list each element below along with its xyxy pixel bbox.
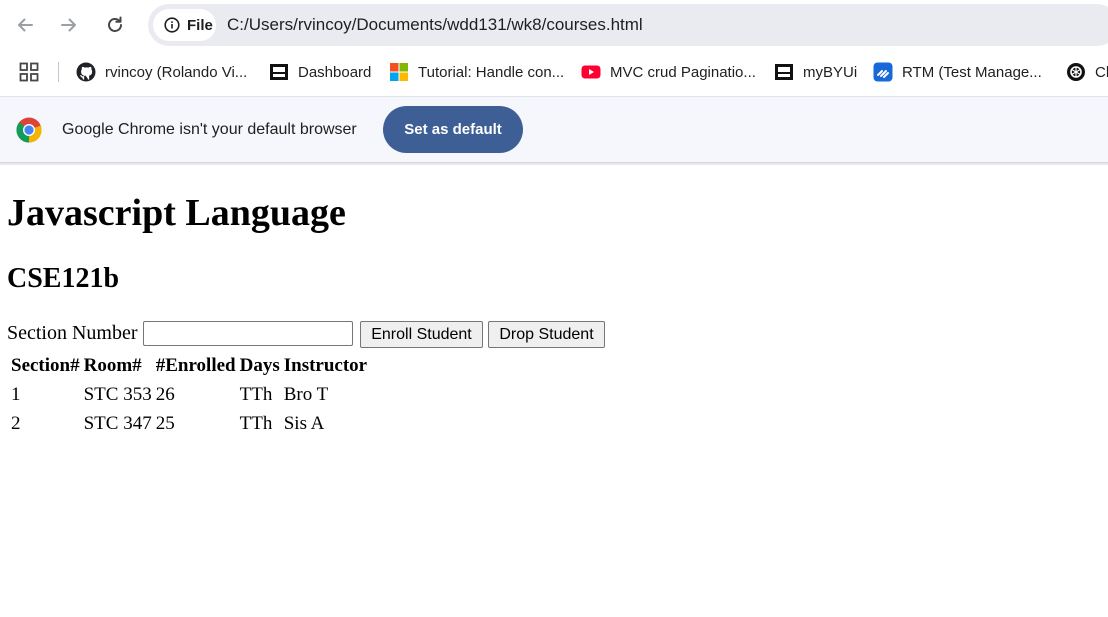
address-bar[interactable]: File C:/Users/rvincoy/Documents/wdd131/w… [148, 4, 1108, 46]
page-title: Javascript Language [7, 192, 346, 234]
column-header: Room# [83, 354, 142, 376]
bookmark-label: Ch [1095, 63, 1108, 81]
table-cell: 2 [11, 412, 21, 434]
bookmark-mybyui[interactable]: myBYUi [774, 60, 857, 84]
bookmark-label: MVC crud Paginatio... [610, 63, 756, 81]
bookmark-label: Dashboard [298, 63, 372, 81]
table-cell: 26 [155, 383, 175, 405]
column-header: Section# [11, 354, 80, 376]
enroll-student-button[interactable]: Enroll Student [360, 321, 483, 348]
table-row: 1 STC 353 26 TTh Bro T [10, 381, 368, 408]
info-icon [164, 17, 180, 33]
reload-button[interactable] [100, 10, 130, 40]
bookmark-github[interactable]: rvincoy (Rolando Vi... [76, 60, 247, 84]
url-text[interactable]: C:/Users/rvincoy/Documents/wdd131/wk8/co… [227, 15, 643, 35]
table-cell: Sis A [283, 412, 325, 434]
bookmark-label: RTM (Test Manage... [902, 63, 1042, 81]
bookmarks-bar: rvincoy (Rolando Vi... Dashboard Tutoria… [0, 50, 1108, 96]
set-as-default-button[interactable]: Set as default [383, 106, 523, 153]
section-number-label: Section Number [7, 322, 138, 344]
arrow-right-icon [61, 18, 76, 32]
column-header: Instructor [283, 354, 368, 376]
drop-student-button[interactable]: Drop Student [488, 321, 605, 348]
microsoft-icon [389, 62, 409, 82]
infobar-message: Google Chrome isn't your default browser [62, 121, 357, 138]
bookmark-label: Tutorial: Handle con... [418, 63, 565, 81]
browser-toolbar: File C:/Users/rvincoy/Documents/wdd131/w… [0, 0, 1108, 50]
bookmark-chatgpt[interactable]: Ch [1066, 60, 1108, 84]
table-cell: STC 347 [83, 412, 152, 434]
table-row: 2 STC 347 25 TTh Sis A [10, 410, 368, 437]
bookmarks-divider [58, 62, 59, 82]
byu-idaho-icon [269, 62, 289, 82]
table-cell: 25 [155, 412, 175, 434]
bookmark-rtm[interactable]: RTM (Test Manage... [873, 60, 1042, 84]
back-button[interactable] [10, 10, 40, 40]
column-header: #Enrolled [155, 354, 236, 376]
table-cell: 1 [11, 383, 21, 405]
section-number-input[interactable] [143, 321, 353, 346]
openai-icon [1066, 62, 1086, 82]
reload-icon [108, 16, 122, 32]
github-icon [76, 62, 96, 82]
table-header-row: Section# Room# #Enrolled Days Instructor [10, 352, 368, 379]
forward-button[interactable] [54, 10, 84, 40]
table-cell: TTh [239, 412, 273, 434]
table-cell: Bro T [283, 383, 329, 405]
bookmark-mvc-crud[interactable]: MVC crud Paginatio... [581, 60, 756, 84]
site-info-label: File [187, 16, 213, 34]
sections-table: Section# Room# #Enrolled Days Instructor… [8, 350, 370, 439]
column-header: Days [239, 354, 280, 376]
bookmark-label: myBYUi [803, 63, 858, 81]
page-content: Javascript Language CSE121b Section Numb… [0, 166, 1108, 617]
byu-idaho-icon [774, 62, 794, 82]
youtube-icon [581, 62, 601, 82]
chrome-logo-icon [16, 117, 42, 143]
course-code-heading: CSE121b [7, 263, 120, 294]
bookmark-dashboard[interactable]: Dashboard [269, 60, 371, 84]
jira-icon [873, 62, 893, 82]
bookmark-label: rvincoy (Rolando Vi... [105, 63, 248, 81]
default-browser-infobar: Google Chrome isn't your default browser… [0, 96, 1108, 163]
table-cell: TTh [239, 383, 273, 405]
bookmark-tutorial[interactable]: Tutorial: Handle con... [389, 60, 564, 84]
site-info-chip[interactable]: File [153, 9, 216, 41]
apps-grid-icon[interactable] [19, 62, 39, 82]
arrow-left-icon [18, 18, 33, 32]
table-cell: STC 353 [83, 383, 152, 405]
